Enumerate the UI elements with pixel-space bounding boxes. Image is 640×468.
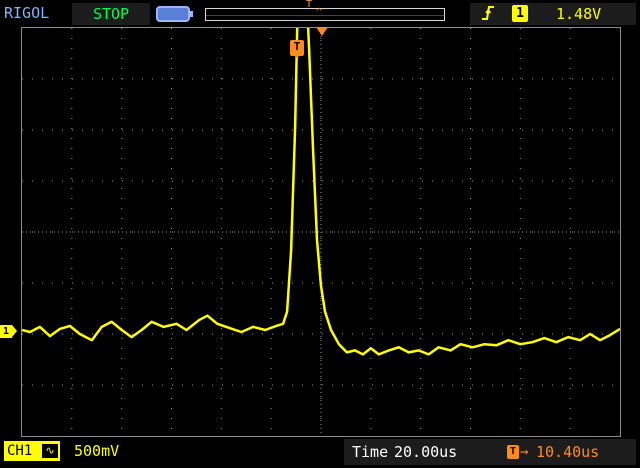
memory-depth-bar [205,8,445,21]
offset-arrow-icon: → [520,444,529,460]
trigger-level[interactable]: 1.48V [556,4,601,24]
rising-edge-icon [480,4,496,22]
time-scale[interactable]: 20.00us [394,442,457,462]
channel-name: CH1 [7,443,33,459]
memory-trigger-marker: T [306,0,313,10]
memory-window-icon: ^ [316,7,323,18]
waveform-display[interactable] [21,27,621,437]
horizontal-offset[interactable]: 10.40us [536,442,599,462]
status-bar: RIGOL STOP T ^ 1 1.48V [0,0,640,30]
time-label: Time [352,443,389,461]
battery-icon [156,6,193,22]
bottom-status-bar: CH1 ∿ 500mV Time 20.00us T → 10.40us [0,437,640,468]
trigger-offset-icon: T [507,445,519,459]
brand-logo: RIGOL [4,4,50,22]
trigger-position-arrow-icon[interactable] [316,27,328,36]
channel-1-label[interactable]: CH1 ∿ [4,441,60,461]
channel-1-ground-marker[interactable]: 1 [0,325,17,338]
run-stop-status[interactable]: STOP [72,3,150,25]
graticule [22,28,620,436]
vertical-scale[interactable]: 500mV [74,441,119,461]
trigger-source-badge: 1 [512,5,528,22]
memory-depth-track [206,15,444,16]
trigger-position-marker[interactable]: T [290,40,304,58]
ac-coupling-icon: ∿ [42,444,58,458]
